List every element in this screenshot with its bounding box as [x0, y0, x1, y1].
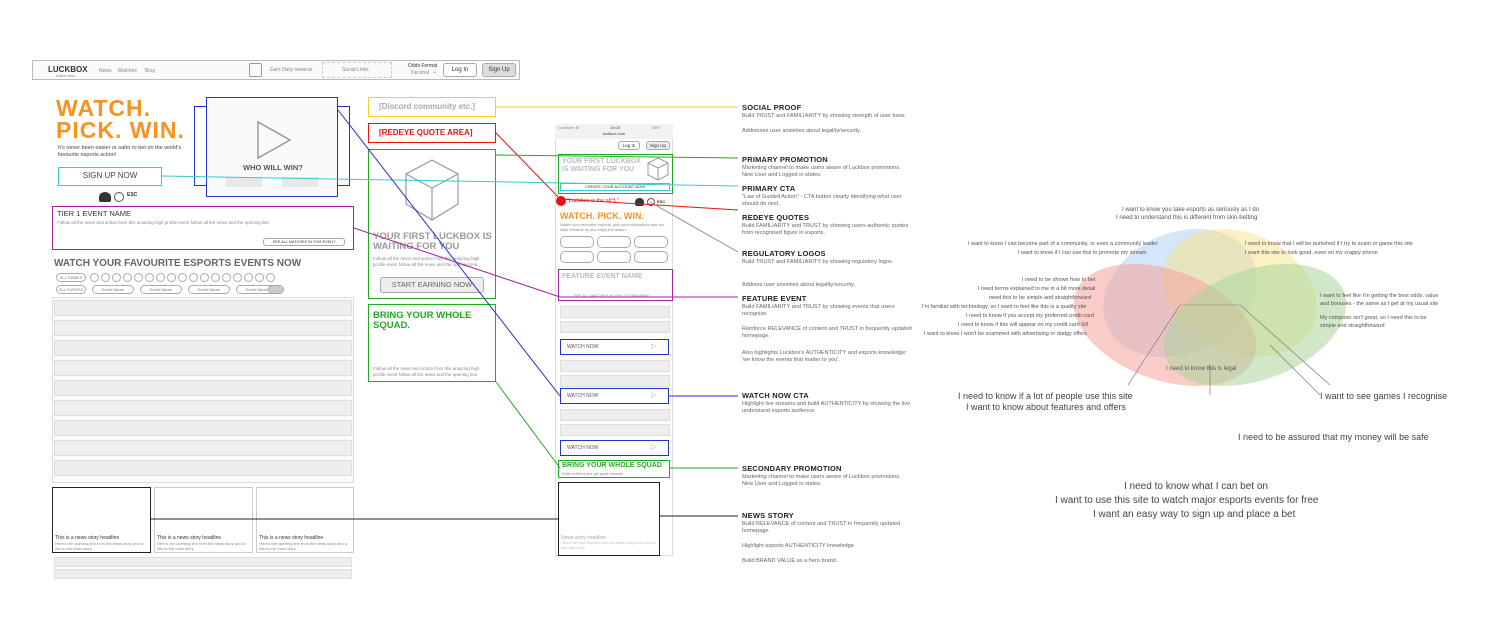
annotation-desc: Addresses user anxieties about legality/…	[742, 128, 861, 134]
annotation-title: PRIMARY PROMOTION	[742, 155, 828, 164]
annotation-desc: Reinforce RELEVANCE of content and TRUST…	[742, 326, 912, 339]
venn-right-line: I want this site to look good, even on m…	[1245, 250, 1378, 256]
venn-label-right: I want to see games I recognise	[1320, 391, 1448, 401]
venn-bottom-line: I need to know what I can bet on	[1124, 481, 1268, 492]
annotation-desc: Marketing channel to make users aware of…	[742, 165, 901, 178]
annotation-desc: Build RELEVANCE of content and TRUST in …	[742, 521, 901, 534]
venn-mid-left-line: need this to be simple and straightforwa…	[989, 295, 1092, 301]
annotation-title: WATCH NOW CTA	[742, 391, 809, 400]
annotation-desc: Build FAMILIARITY and TRUST by showing e…	[742, 304, 895, 317]
venn-mid-right-line: My computer isn't great, so I need this …	[1320, 315, 1427, 329]
venn-right-line: I need to know that I will be punished i…	[1245, 241, 1413, 247]
annotation-title: SOCIAL PROOF	[742, 103, 802, 112]
annotation-title: NEWS STORY	[742, 511, 795, 520]
annotation-desc: Build TRUST and FAMILIARITY by showing s…	[742, 113, 907, 119]
annotation-desc: Address user anxieties about legality/se…	[742, 282, 856, 288]
venn-label-bottom-right: I need to be assured that my money will …	[1238, 432, 1429, 442]
annotation-desc: Build BRAND VALUE as a hero brand.	[742, 558, 838, 564]
annotation-desc: Build FAMILIARITY and TRUST by showing u…	[742, 223, 909, 236]
venn-top-line: I need to understand this is different f…	[1116, 215, 1258, 221]
venn-mid-left-line: I need to be shown how to bet	[1022, 277, 1096, 283]
annotation-title: REDEYE QUOTES	[742, 213, 810, 222]
venn-mid-left-line: I want to know I won't be scammed with a…	[924, 331, 1087, 337]
venn-center-label: I need to know this is legal	[1166, 366, 1237, 372]
annotation-desc: Build TRUST and FAMILIARITY by showing r…	[742, 259, 894, 265]
venn-left-line: I want to know if I can use this to prom…	[1018, 250, 1147, 256]
annotation-desc: Highlight live streams and build AUTHENT…	[742, 401, 911, 414]
annotation-desc: "Law of Guided Action" - CTA button clea…	[742, 194, 902, 207]
annotation-title: PRIMARY CTA	[742, 184, 796, 193]
annotation-desc: Also highlights Luckbox's AUTHENTICITY a…	[742, 350, 907, 363]
venn-mid-left-line: I need terms explained to me in a bit mo…	[978, 286, 1096, 292]
annotation-title: FEATURE EVENT	[742, 294, 807, 303]
annotation-title: SECONDARY PROMOTION	[742, 464, 842, 473]
venn-bottom-line: I want to use this site to watch major e…	[1055, 495, 1319, 506]
venn-label-left-line: I want to know about features and offers	[966, 402, 1126, 412]
annotation-desc: Highlight esports AUTHENTICITY knowledge…	[742, 543, 856, 549]
venn-mid-left-line: I need to know if you accept my preferre…	[966, 313, 1095, 319]
venn-bottom-line: I want an easy way to sign up and place …	[1093, 509, 1296, 520]
annotation-title: REGULATORY LOGOS	[742, 249, 826, 258]
venn-left-line: I want to know I can become part of a co…	[968, 241, 1159, 247]
venn-mid-left-line: I'm familiar with technology, so I want …	[922, 304, 1087, 310]
venn-label-left-line: I need to know if a lot of people use th…	[958, 391, 1133, 401]
venn-mid-left-line: I need to know if this will appear on my…	[958, 322, 1088, 328]
annotation-desc: Marketing channel to make users aware of…	[742, 474, 901, 487]
venn-top-line: I want to know you take esports as serio…	[1122, 207, 1260, 213]
venn-mid-right-line: I want to feel like I'm getting the best…	[1320, 293, 1439, 307]
